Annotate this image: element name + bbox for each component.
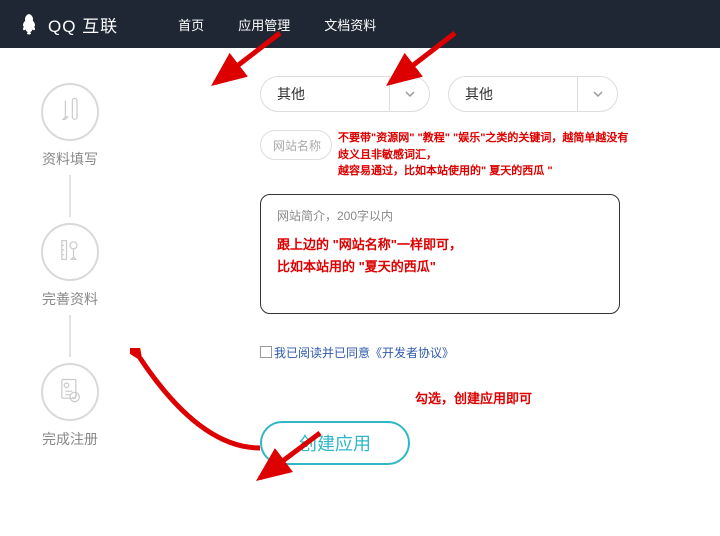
- annotation-arrow-icon: [130, 348, 270, 458]
- chevron-down-icon: [577, 77, 617, 111]
- pencil-icon: [56, 96, 84, 129]
- nav-home[interactable]: 首页: [178, 15, 204, 34]
- annotation-desc: 跟上边的 "网站名称"一样即可， 比如本站用的 "夏天的西瓜": [277, 234, 603, 278]
- header-nav: 首页 应用管理 文档资料: [178, 15, 376, 34]
- agree-text: 我已阅读并已同意: [274, 344, 370, 361]
- select-value: 其他: [449, 77, 577, 111]
- step-fill-info: 资料填写: [41, 83, 99, 169]
- app-header: QQ 互联 首页 应用管理 文档资料: [0, 0, 720, 48]
- nav-app[interactable]: 应用管理: [238, 15, 290, 34]
- select-value: 其他: [261, 77, 389, 111]
- step-label: 完善资料: [42, 289, 98, 309]
- ruler-icon: [56, 236, 84, 269]
- create-app-button[interactable]: 创建应用: [260, 421, 410, 465]
- nav-doc[interactable]: 文档资料: [324, 15, 376, 34]
- annotation-check: 勾选，创建应用即可: [415, 388, 532, 407]
- desc-placeholder: 网站简介，200字以内: [277, 207, 603, 224]
- category-select-1[interactable]: 其他: [260, 76, 430, 112]
- step-improve-info: 完善资料: [41, 223, 99, 309]
- step-label: 资料填写: [42, 149, 98, 169]
- chevron-down-icon: [389, 77, 429, 111]
- logo: QQ 互联: [18, 12, 118, 37]
- step-connector: [69, 315, 71, 357]
- site-name-input[interactable]: 网站名称: [260, 130, 332, 160]
- logo-text: QQ 互联: [48, 12, 118, 37]
- penguin-icon: [18, 12, 42, 36]
- doc-check-icon: [56, 376, 84, 409]
- developer-agreement-link[interactable]: 《开发者协议》: [370, 344, 454, 361]
- step-connector: [69, 175, 71, 217]
- agree-row: 我已阅读并已同意 《开发者协议》: [260, 344, 690, 361]
- site-desc-input[interactable]: 网站简介，200字以内 跟上边的 "网站名称"一样即可， 比如本站用的 "夏天的…: [260, 194, 620, 314]
- steps-sidebar: 资料填写 完善资料 完成注册: [0, 48, 140, 465]
- agree-checkbox[interactable]: [260, 346, 272, 358]
- step-label: 完成注册: [42, 429, 98, 449]
- step-complete: 完成注册: [41, 363, 99, 449]
- annotation-site-name: 不要带"资源网" "教程" "娱乐"之类的关键词，越简单越没有歧义且非敏感词汇，…: [338, 130, 638, 180]
- main-form: 其他 其他 网站名称 不要带"资源网" "教程" "娱乐"之类的关键词，越简单越…: [140, 48, 720, 465]
- category-select-2[interactable]: 其他: [448, 76, 618, 112]
